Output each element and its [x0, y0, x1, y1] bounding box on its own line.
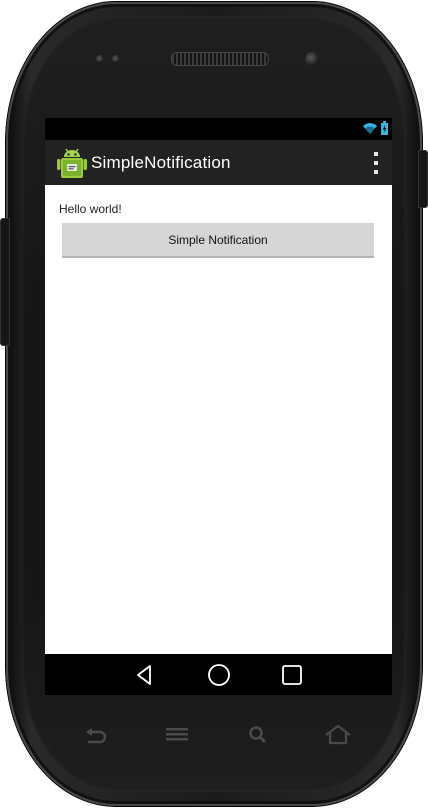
front-camera [305, 52, 319, 66]
home-icon[interactable] [205, 661, 233, 689]
hw-home-icon[interactable] [322, 722, 354, 748]
device-screen: SimpleNotification Hello world! Simple N… [45, 118, 392, 695]
action-bar: SimpleNotification [45, 140, 392, 185]
device-frame: SimpleNotification Hello world! Simple N… [0, 0, 428, 809]
status-icons [362, 121, 388, 135]
navigation-bar [45, 654, 392, 695]
hw-menu-icon[interactable] [161, 722, 193, 748]
power-key[interactable] [418, 150, 428, 208]
battery-icon [381, 121, 388, 135]
hw-search-icon[interactable] [243, 722, 275, 748]
back-icon[interactable] [131, 661, 159, 689]
volume-key[interactable] [0, 218, 10, 346]
light-sensor [112, 55, 120, 63]
proximity-sensor [96, 55, 104, 63]
overflow-dot [374, 152, 378, 156]
earpiece-speaker [171, 52, 269, 66]
overflow-dot [374, 170, 378, 174]
overflow-menu-icon[interactable] [370, 152, 382, 174]
wifi-icon [363, 122, 377, 134]
android-app-icon [57, 148, 87, 178]
simple-notification-button[interactable]: Simple Notification [62, 223, 374, 258]
app-title: SimpleNotification [91, 152, 231, 172]
hello-text: Hello world! [59, 202, 122, 216]
status-bar [45, 118, 392, 140]
activity-content: Hello world! Simple Notification [45, 185, 392, 654]
hw-back-icon[interactable] [80, 722, 112, 748]
recent-apps-icon[interactable] [278, 661, 306, 689]
overflow-dot [374, 161, 378, 165]
